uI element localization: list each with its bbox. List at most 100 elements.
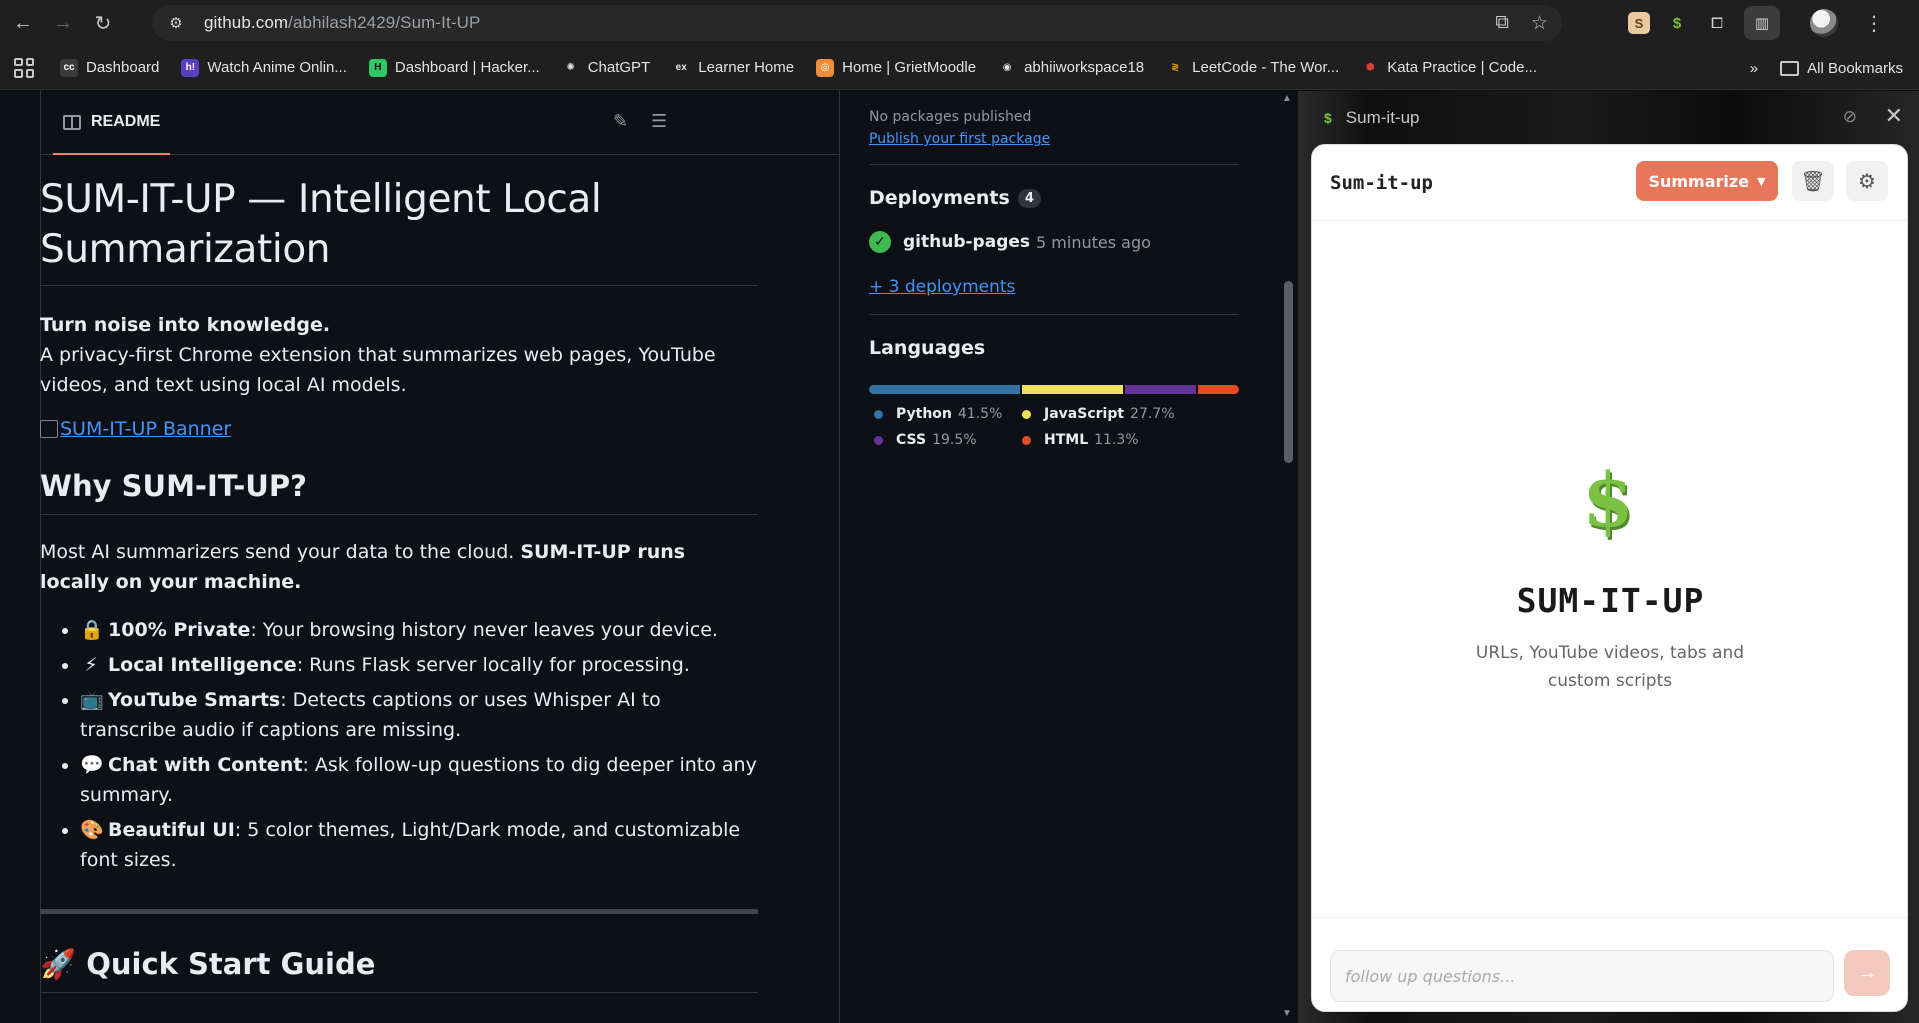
scrollbar-thumb[interactable]: [1284, 281, 1293, 463]
bookmark-item[interactable]: H Dashboard | Hacker...: [368, 58, 540, 77]
broken-image-icon: [40, 420, 58, 438]
feature-text: : Runs Flask server locally for processi…: [296, 654, 690, 676]
site-info-icon[interactable]: ⚙: [162, 9, 190, 37]
feature-list: 🔒 100% Private: Your browsing history ne…: [40, 615, 758, 875]
bookmark-item[interactable]: ◎ Home | GrietMoodle: [816, 58, 977, 77]
readme-content: SUM-IT-UP — Intelligent Local Summarizat…: [40, 175, 758, 993]
url-text[interactable]: github.com/abhilash2429/Sum-It-UP: [204, 13, 480, 33]
language-dot-icon: [874, 435, 883, 445]
page-scrollbar[interactable]: [1280, 91, 1296, 1023]
quickstart-heading: 🚀 Quick Start Guide: [40, 944, 758, 993]
quickstart-heading-text: Quick Start Guide: [86, 947, 376, 981]
languages-legend: Python 41.5% JavaScript 27.7% CSS 19.5% HTML 11…: [869, 406, 1239, 448]
all-bookmarks-button[interactable]: All Bookmarks: [1780, 60, 1903, 77]
extension-s-icon[interactable]: S: [1628, 12, 1650, 34]
apps-grid-icon[interactable]: [14, 57, 34, 78]
bookmark-item[interactable]: ≷ LeetCode - The Wor...: [1166, 59, 1339, 77]
language-bar-segment: [1022, 385, 1123, 394]
bookmark-favicon-icon: ⬢: [1365, 62, 1375, 73]
bookmark-item[interactable]: h! Watch Anime Onlin...: [181, 58, 347, 77]
settings-button[interactable]: ⚙: [1846, 161, 1888, 201]
gear-icon: ⚙: [1858, 170, 1876, 193]
language-percent: 41.5%: [957, 406, 1003, 422]
language-item[interactable]: JavaScript 27.7%: [1017, 406, 1217, 422]
banner-image-link[interactable]: SUM-IT-UP Banner: [40, 418, 758, 440]
bookmark-favicon-icon: ◎: [816, 58, 835, 77]
bookmark-item[interactable]: ⬢ Kata Practice | Code...: [1361, 59, 1537, 77]
publish-package-link[interactable]: Publish your first package: [869, 131, 1239, 147]
scroll-down-icon[interactable]: ▼: [1282, 1008, 1292, 1019]
bookmark-item[interactable]: ✺ ChatGPT: [562, 59, 651, 77]
repo-sidebar: No packages published Publish your first…: [869, 91, 1239, 448]
profile-avatar[interactable]: [1810, 9, 1838, 37]
extensions-puzzle-icon[interactable]: ⧠: [1704, 10, 1730, 36]
arrow-right-icon: →: [1857, 961, 1877, 984]
bookmark-label: Kata Practice | Code...: [1387, 59, 1537, 76]
outline-list-icon[interactable]: ☰: [651, 111, 667, 132]
feature-item: ⚡ Local Intelligence: Runs Flask server …: [80, 650, 758, 680]
hero-subtitle: URLs, YouTube videos, tabs and custom sc…: [1475, 643, 1745, 691]
rocket-icon: 🚀: [40, 947, 77, 981]
feature-item: 💬 Chat with Content: Ask follow-up quest…: [80, 750, 758, 810]
language-dot-icon: [1022, 409, 1031, 419]
readme-title: SUM-IT-UP — Intelligent Local Summarizat…: [40, 175, 758, 286]
side-panel-title: Sum-it-up: [1345, 108, 1420, 127]
language-item[interactable]: CSS 19.5%: [869, 432, 1017, 448]
deployment-row[interactable]: ✓ github-pages 5 minutes ago: [869, 231, 1239, 253]
readme-tab[interactable]: README: [53, 91, 171, 155]
summarize-button[interactable]: Summarize ▼: [1636, 161, 1778, 201]
address-bar[interactable]: ⚙ github.com/abhilash2429/Sum-It-UP ⧉ ☆: [152, 5, 1562, 41]
bookmarks-overflow-icon[interactable]: »: [1750, 60, 1758, 77]
sum-it-up-extension-icon[interactable]: $: [1664, 10, 1690, 36]
languages-bar: [869, 385, 1239, 394]
tagline: Turn noise into knowledge.: [40, 314, 331, 336]
browser-menu-icon[interactable]: ⋮: [1864, 11, 1884, 36]
clear-trash-button[interactable]: 🗑: [1792, 161, 1834, 201]
language-bar-segment: [1197, 385, 1239, 394]
deployments-title[interactable]: Deployments 4: [869, 187, 1239, 209]
close-icon[interactable]: ✕: [1885, 103, 1903, 129]
side-panel-toggle-icon[interactable]: ▥: [1744, 6, 1780, 40]
feature-emoji-icon: 📺: [80, 689, 104, 711]
bookmark-item[interactable]: ex Learner Home: [672, 59, 794, 77]
unpin-icon[interactable]: ⊘: [1843, 107, 1857, 127]
summarize-label: Summarize: [1648, 171, 1750, 191]
url-host: github.com: [204, 13, 289, 32]
folder-icon: [1780, 61, 1800, 77]
extension-header: Sum-it-up Summarize ▼ 🗑 ⚙: [1312, 145, 1907, 221]
language-bar-segment: [869, 385, 1021, 394]
language-name: CSS: [896, 432, 927, 448]
bookmark-label: Home | GrietMoodle: [842, 59, 977, 76]
readme-header: README ✎ ☰: [41, 91, 839, 155]
edit-pencil-icon[interactable]: ✎: [613, 111, 628, 132]
send-button[interactable]: →: [1844, 950, 1890, 996]
url-path: /abhilash2429/Sum-It-UP: [288, 13, 481, 32]
feature-name: Chat with Content: [108, 754, 303, 776]
more-deployments-link[interactable]: + 3 deployments: [869, 277, 1239, 297]
dollar-logo-icon: $: [1582, 458, 1634, 544]
github-page: README ✎ ☰ SUM-IT-UP — Intelligent Local…: [0, 91, 1296, 1023]
language-item[interactable]: HTML 11.3%: [1017, 432, 1217, 448]
extension-card: Sum-it-up Summarize ▼ 🗑 ⚙ $ SUM-IT-UP UR…: [1311, 144, 1908, 1012]
language-item[interactable]: Python 41.5%: [869, 406, 1017, 422]
bookmark-favicon-icon: ◉: [1002, 62, 1012, 73]
deployment-time: 5 minutes ago: [1036, 232, 1151, 252]
followup-input[interactable]: [1330, 950, 1834, 1002]
language-dot-icon: [874, 409, 883, 419]
bookmark-item[interactable]: cc Dashboard: [60, 58, 159, 77]
install-app-icon[interactable]: ⧉: [1495, 12, 1509, 34]
browser-toolbar: ← → ↻ ⚙ github.com/abhilash2429/Sum-It-U…: [0, 0, 1919, 46]
reload-button[interactable]: ↻: [86, 6, 120, 40]
separator: [869, 314, 1239, 315]
bookmark-item[interactable]: ◉ abhiiworkspace18: [998, 59, 1144, 77]
scroll-up-icon[interactable]: ▲: [1282, 93, 1292, 104]
feature-emoji-icon: 🔒: [80, 619, 104, 641]
separator: [869, 164, 1239, 165]
back-button[interactable]: ←: [6, 6, 40, 40]
feature-emoji-icon: 🎨: [80, 819, 104, 841]
bookmark-star-icon[interactable]: ☆: [1531, 12, 1548, 35]
language-percent: 19.5%: [932, 432, 977, 448]
forward-button[interactable]: →: [46, 6, 80, 40]
why-heading: Why SUM-IT-UP?: [40, 466, 758, 515]
language-dot-icon: [1022, 435, 1031, 445]
